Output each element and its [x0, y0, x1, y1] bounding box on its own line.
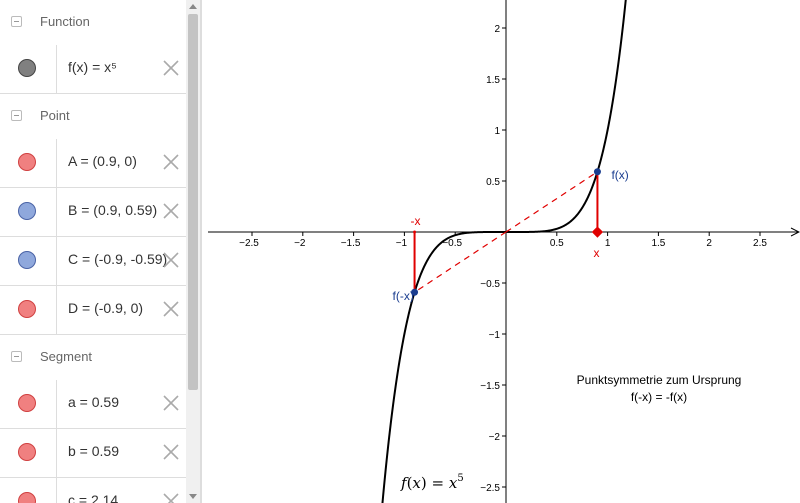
algebra-expression[interactable]: A = (0.9, 0) — [68, 153, 137, 169]
visibility-dot-icon[interactable] — [18, 492, 36, 503]
point-a[interactable] — [591, 226, 604, 238]
axes — [208, 0, 800, 503]
visibility-dot-icon[interactable] — [18, 251, 36, 269]
x-tick-label: 2 — [706, 238, 712, 249]
x-tick-label: −2 — [294, 238, 306, 249]
delete-x-icon[interactable] — [160, 151, 182, 173]
group-header-point[interactable]: Point — [0, 94, 186, 140]
visibility-dot-icon[interactable] — [18, 202, 36, 220]
collapse-minus-icon[interactable] — [11, 351, 22, 362]
y-tick-label: 2 — [494, 24, 500, 35]
scroll-thumb[interactable] — [188, 14, 198, 390]
delete-x-icon[interactable] — [160, 249, 182, 271]
visibility-toggle[interactable] — [0, 45, 57, 93]
algebra-expression[interactable]: B = (0.9, 0.59) — [68, 202, 157, 218]
y-tick-label: −0.5 — [480, 279, 500, 290]
visibility-toggle[interactable] — [0, 429, 57, 477]
x-tick-label: 0.5 — [550, 238, 564, 249]
algebra-item[interactable]: A = (0.9, 0) — [0, 139, 186, 188]
visibility-dot-icon[interactable] — [18, 394, 36, 412]
label-fx: f(x) — [611, 168, 628, 182]
y-tick-label: −1.5 — [480, 381, 500, 392]
visibility-toggle[interactable] — [0, 380, 57, 428]
note-line-1: Punktsymmetrie zum Ursprung — [577, 373, 742, 387]
delete-x-icon[interactable] — [160, 441, 182, 463]
algebra-expression[interactable]: b = 0.59 — [68, 443, 119, 459]
algebra-item[interactable]: a = 0.59 — [0, 380, 186, 429]
visibility-dot-icon[interactable] — [18, 300, 36, 318]
point-d[interactable] — [413, 230, 417, 234]
collapse-minus-icon[interactable] — [11, 110, 22, 121]
delete-x-icon[interactable] — [160, 57, 182, 79]
group-header-function[interactable]: Function — [0, 0, 186, 46]
delete-x-icon[interactable] — [160, 298, 182, 320]
symmetry-dashed-line-b — [505, 171, 598, 233]
algebra-expression[interactable]: C = (-0.9, -0.59) — [68, 251, 167, 267]
x-tick-label: −1.5 — [341, 238, 361, 249]
algebra-scrollbar[interactable] — [186, 0, 201, 503]
algebra-item[interactable]: B = (0.9, 0.59) — [0, 188, 186, 237]
x-tick-label: 1.5 — [651, 238, 665, 249]
algebra-expression[interactable]: D = (-0.9, 0) — [68, 300, 143, 316]
visibility-dot-icon[interactable] — [18, 443, 36, 461]
function-formula: f(x) = x5 — [400, 473, 464, 492]
algebra-expression[interactable]: c = 2.14 — [68, 492, 118, 503]
algebra-item[interactable]: C = (-0.9, -0.59) — [0, 237, 186, 286]
scroll-down-arrow-icon[interactable] — [189, 494, 197, 499]
y-axis-ticks: 2 1.5 1 0.5 −0.5 −1 −1.5 −2 −2.5 — [480, 24, 506, 494]
visibility-toggle[interactable] — [0, 286, 57, 334]
x-axis-ticks: −2.5 −2 −1.5 −1 −0.5 0.5 1 1.5 2 2.5 — [239, 232, 767, 249]
algebra-item[interactable]: D = (-0.9, 0) — [0, 286, 186, 335]
label-minus-x: -x — [411, 214, 421, 228]
y-tick-label: 0.5 — [486, 177, 500, 188]
visibility-toggle[interactable] — [0, 478, 57, 503]
visibility-toggle[interactable] — [0, 237, 57, 285]
note-line-2: f(-x) = -f(x) — [631, 390, 687, 404]
y-tick-label: 1 — [494, 126, 500, 137]
algebra-expression[interactable]: a = 0.59 — [68, 394, 119, 410]
delete-x-icon[interactable] — [160, 392, 182, 414]
delete-x-icon[interactable] — [160, 200, 182, 222]
y-tick-label: −1 — [489, 330, 501, 341]
graphics-view[interactable]: −2.5 −2 −1.5 −1 −0.5 0.5 1 1.5 2 2.5 2 1.5 1 0.5 −0.5… — [208, 0, 800, 503]
visibility-toggle[interactable] — [0, 139, 57, 187]
function-curve[interactable] — [381, 0, 627, 503]
label-fmx: f(-x) — [393, 289, 414, 303]
group-label: Point — [40, 108, 70, 123]
x-tick-label: 2.5 — [753, 238, 767, 249]
visibility-toggle[interactable] — [0, 188, 57, 236]
delete-x-icon[interactable] — [160, 490, 182, 503]
collapse-minus-icon[interactable] — [11, 16, 22, 27]
y-tick-label: −2.5 — [480, 483, 500, 494]
x-tick-label: 1 — [605, 238, 611, 249]
label-x: x — [593, 246, 599, 260]
x-tick-label: −1 — [396, 238, 408, 249]
point-b[interactable] — [593, 168, 601, 176]
algebra-view: Function f(x) = x⁵ Point A = (0.9, 0) B = (0… — [0, 0, 186, 503]
y-tick-label: −2 — [489, 432, 501, 443]
group-header-segment[interactable]: Segment — [0, 335, 186, 381]
group-label: Function — [40, 14, 90, 29]
algebra-expression[interactable]: f(x) = x⁵ — [68, 59, 117, 75]
visibility-dot-icon[interactable] — [18, 153, 36, 171]
x-tick-label: −2.5 — [239, 238, 259, 249]
algebra-item[interactable]: c = 2.14 — [0, 478, 186, 503]
visibility-dot-icon[interactable] — [18, 59, 36, 77]
algebra-item[interactable]: f(x) = x⁵ — [0, 45, 186, 94]
y-tick-label: 1.5 — [486, 75, 500, 86]
group-label: Segment — [40, 349, 93, 364]
algebra-item[interactable]: b = 0.59 — [0, 429, 186, 478]
scroll-up-arrow-icon[interactable] — [189, 4, 197, 9]
